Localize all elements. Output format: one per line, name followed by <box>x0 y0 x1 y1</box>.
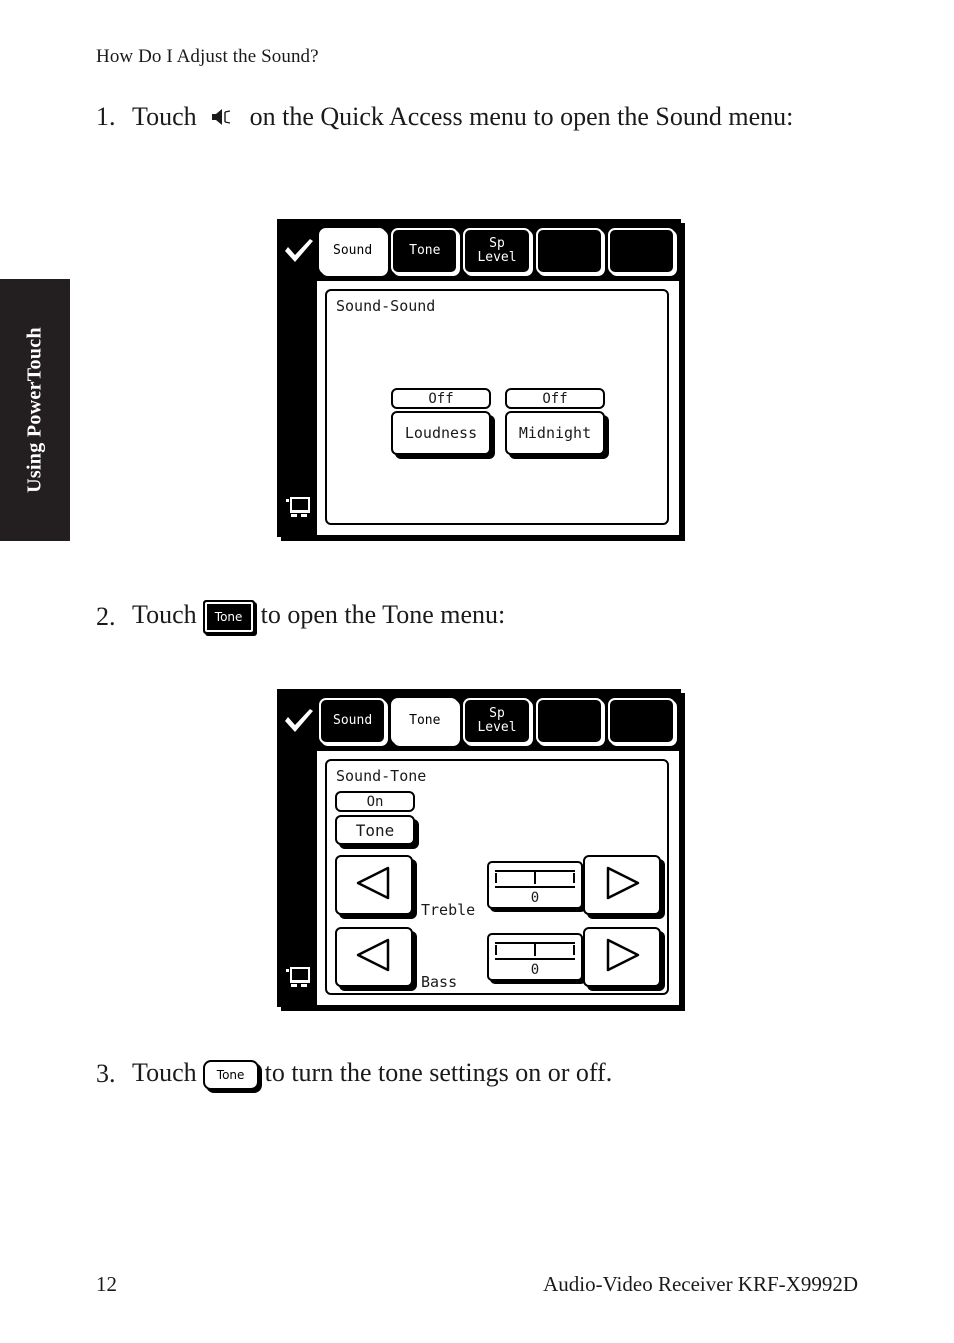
sound-screen-topbar: Sound Tone Sp Level <box>279 221 679 281</box>
arrow-left-icon <box>354 938 394 976</box>
checkmark-icon[interactable] <box>279 708 319 734</box>
tab-label: Tone <box>409 713 441 728</box>
bass-label: Bass <box>421 973 458 991</box>
tone-screen-tab-strip: Sound Tone Sp Level <box>319 698 676 744</box>
loudness-value: Off <box>391 388 491 409</box>
side-tab-using-powertouch: Using PowerTouch <box>0 279 70 541</box>
page-footer: 12 Audio-Video Receiver KRF-X9992D <box>0 1272 954 1312</box>
tab-label: Sound <box>333 243 373 258</box>
step-3-number: 3. <box>96 1058 116 1088</box>
sound-screen-tab-strip: Sound Tone Sp Level <box>319 228 676 274</box>
page-number: 12 <box>96 1272 117 1296</box>
treble-value: 0 <box>530 890 540 906</box>
step-1-number: 1. <box>96 102 116 131</box>
tone-screen-panel: Sound-Tone On Tone Treble 0 Bass 0 <box>325 759 669 995</box>
step-3-text-after: to turn the tone settings on or off. <box>264 1058 613 1087</box>
step-3-text-before: Touch <box>132 1058 197 1087</box>
sound-screen-tab-blank-2[interactable] <box>607 228 676 274</box>
tab-label: Tone <box>409 243 441 258</box>
tab-label: Sp Level <box>477 707 516 735</box>
bass-slider-track <box>495 942 575 960</box>
bass-increase-button[interactable] <box>583 927 661 987</box>
step-1: 1. Touch on the Quick Access menu to ope… <box>96 100 793 135</box>
step-3: 3. Touch Tone to turn the tone settings on… <box>96 1056 613 1091</box>
tab-label-line1: Sp <box>489 706 505 721</box>
midnight-button[interactable]: Midnight <box>505 411 605 455</box>
step-1-text-before: Touch <box>132 102 197 131</box>
tone-screen-tab-sp-level[interactable]: Sp Level <box>463 698 531 744</box>
tone-screen-tab-blank-1[interactable] <box>535 698 603 744</box>
tone-screen-left-rail <box>279 751 317 1005</box>
treble-decrease-button[interactable] <box>335 855 413 915</box>
midnight-value: Off <box>505 388 605 409</box>
step-1-body: Touch on the Quick Access menu to open t… <box>132 100 793 135</box>
midnight-control: Off Midnight <box>505 388 605 455</box>
device-screen-tone: Sound Tone Sp Level Sound-Tone On Tone T… <box>277 689 681 1007</box>
inline-tone-button-light[interactable]: Tone <box>202 1060 259 1091</box>
sound-screen-left-rail <box>279 281 317 535</box>
sound-screen-panel: Sound-Sound Off Loudness Off Midnight <box>325 289 669 525</box>
inline-tone-button-label: Tone <box>216 1068 245 1083</box>
step-2-body: Touch Tone to open the Tone menu: <box>132 598 506 635</box>
speaker-icon <box>211 102 233 135</box>
tone-screen-topbar: Sound Tone Sp Level <box>279 691 679 751</box>
device-screen-sound: Sound Tone Sp Level Sound-Sound Off Loud… <box>277 219 681 537</box>
tone-screen-tab-blank-2[interactable] <box>607 698 676 744</box>
treble-row: Treble 0 <box>335 855 661 921</box>
inline-tone-button-label: Tone <box>204 602 253 633</box>
bass-decrease-button[interactable] <box>335 927 413 987</box>
tone-toggle-button[interactable]: Tone <box>335 815 415 845</box>
step-1-text-after: on the Quick Access menu to open the Sou… <box>249 102 794 131</box>
page-title: How Do I Adjust the Sound? <box>96 46 319 67</box>
step-2-number: 2. <box>96 601 116 631</box>
tab-label: Sound <box>333 713 373 728</box>
loudness-control: Off Loudness <box>391 388 491 455</box>
product-name: Audio-Video Receiver KRF-X9992D <box>543 1272 858 1296</box>
sound-screen-tab-sound[interactable]: Sound <box>319 228 387 274</box>
checkmark-icon[interactable] <box>279 238 319 264</box>
bass-value: 0 <box>530 962 540 978</box>
tone-panel-title: Sound-Tone <box>336 767 427 785</box>
side-tab-label: Using PowerTouch <box>23 327 46 493</box>
tab-label-line2: Level <box>477 250 517 265</box>
step-2-text-before: Touch <box>132 600 197 629</box>
tone-screen-tab-tone[interactable]: Tone <box>391 698 459 744</box>
treble-label: Treble <box>421 901 476 919</box>
sound-screen-tab-blank-1[interactable] <box>535 228 603 274</box>
bass-row: Bass 0 <box>335 927 661 993</box>
step-2-text-after: to open the Tone menu: <box>260 600 506 629</box>
tab-label: Sp Level <box>477 237 516 265</box>
arrow-right-icon <box>602 938 642 976</box>
sound-screen-tab-tone[interactable]: Tone <box>391 228 459 274</box>
step-2: 2. Touch Tone to open the Tone menu: <box>96 598 506 635</box>
monitor-icon[interactable] <box>286 967 310 993</box>
tab-label-line1: Sp <box>489 236 505 251</box>
treble-slider-track <box>495 870 575 888</box>
sound-screen-tab-sp-level[interactable]: Sp Level <box>463 228 531 274</box>
arrow-right-icon <box>602 866 642 904</box>
inline-tone-button-dark[interactable]: Tone <box>202 600 255 635</box>
tone-state-value: On <box>335 791 415 812</box>
loudness-button[interactable]: Loudness <box>391 411 491 455</box>
monitor-icon[interactable] <box>286 497 310 523</box>
arrow-left-icon <box>354 866 394 904</box>
bass-slider[interactable]: 0 <box>487 933 583 981</box>
tone-screen-tab-sound[interactable]: Sound <box>319 698 387 744</box>
sound-panel-title: Sound-Sound <box>336 297 436 315</box>
tab-label-line2: Level <box>477 720 517 735</box>
treble-increase-button[interactable] <box>583 855 661 915</box>
step-3-body: Touch Tone to turn the tone settings on or… <box>132 1056 613 1091</box>
treble-slider[interactable]: 0 <box>487 861 583 909</box>
